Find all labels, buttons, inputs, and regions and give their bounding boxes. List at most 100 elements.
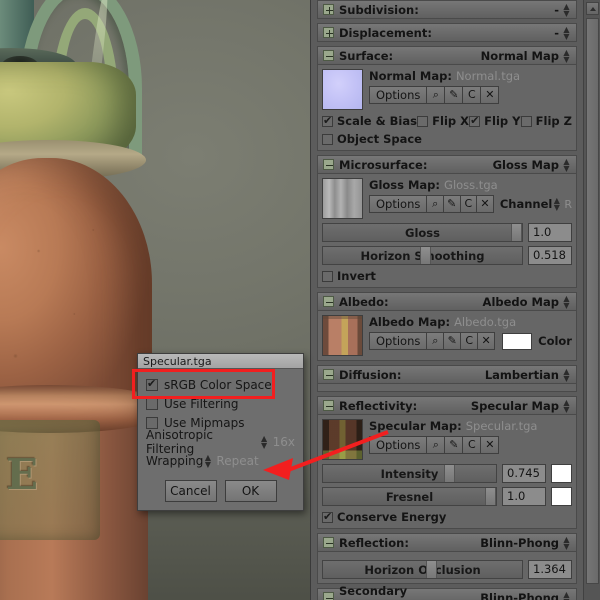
slider-value-field[interactable]: 0.745 — [502, 464, 546, 483]
close-icon[interactable]: ✕ — [480, 86, 500, 104]
collapse-icon[interactable] — [323, 592, 334, 600]
group-value-spinner[interactable]: ▲▼ — [562, 48, 571, 63]
checkbox-box[interactable] — [322, 510, 333, 523]
panel-scrollbar[interactable] — [583, 0, 600, 600]
checkbox-box[interactable] — [417, 115, 429, 127]
options-button[interactable]: Options — [369, 436, 428, 454]
close-icon[interactable]: ✕ — [477, 332, 496, 350]
group-name: Albedo: — [339, 294, 389, 309]
refresh-icon[interactable]: C — [462, 436, 482, 454]
pencil-icon[interactable]: ✎ — [444, 86, 464, 104]
checkbox-box[interactable] — [469, 114, 481, 127]
group-header[interactable]: Secondary Reflection: Blinn-Phong▲▼ — [317, 584, 577, 600]
group-header[interactable]: Displacement: - ▲ ▼ — [317, 23, 577, 42]
slider-color-swatch[interactable] — [551, 464, 572, 483]
group-value-spinner[interactable]: ▲▼ — [562, 398, 571, 413]
slider-knob[interactable] — [443, 465, 455, 482]
checkbox-invert[interactable]: Invert — [322, 269, 376, 283]
checkbox-object-space[interactable]: Object Space — [322, 132, 422, 146]
expand-icon[interactable] — [323, 4, 334, 15]
options-button[interactable]: Options — [369, 195, 428, 213]
search-icon[interactable]: ⌕ — [426, 195, 444, 213]
search-icon[interactable]: ⌕ — [426, 86, 446, 104]
group-value-spinner[interactable]: ▲▼ — [562, 590, 571, 600]
checkbox-scale-bias[interactable]: Scale & Bias — [322, 114, 417, 128]
group-header[interactable]: Reflectivity: Specular Map ▲ ▼ — [317, 396, 577, 415]
slider-value-field[interactable]: 0.518 — [528, 246, 572, 265]
group-header[interactable]: Reflection: Blinn-Phong ▲ ▼ — [317, 533, 577, 552]
checkbox-conserve-energy[interactable]: Conserve Energy — [322, 510, 446, 524]
slider-value-field[interactable]: 1.0 — [528, 223, 572, 242]
checkbox-box[interactable] — [322, 270, 333, 282]
color-swatch[interactable] — [502, 332, 533, 350]
refresh-icon[interactable]: C — [462, 86, 482, 104]
texture-settings-dialog[interactable]: Specular.tga sRGB Color Space Use Filteri… — [137, 353, 304, 511]
slider-color-swatch[interactable] — [551, 487, 572, 506]
pencil-icon[interactable]: ✎ — [443, 332, 462, 350]
group-header[interactable]: Subdivision: - ▲ ▼ — [317, 0, 577, 19]
cancel-button[interactable]: Cancel — [164, 480, 217, 502]
group-header[interactable]: Microsurface: Gloss Map ▲ ▼ — [317, 155, 577, 174]
slider-fresnel[interactable]: Fresnel — [322, 487, 497, 506]
slider-knob[interactable] — [485, 488, 496, 505]
expand-icon[interactable] — [323, 27, 334, 38]
collapse-icon[interactable] — [323, 159, 334, 170]
slider-value-field[interactable]: 1.0 — [502, 487, 546, 506]
slider-horizon-occlusion[interactable]: Horizon Occlusion — [322, 560, 523, 579]
slider-value-field[interactable]: 1.364 — [528, 560, 572, 579]
checkbox-box[interactable] — [146, 397, 158, 410]
refresh-icon[interactable]: C — [459, 195, 478, 213]
checkbox-flip-y[interactable]: Flip Y — [469, 114, 520, 128]
triangle-up-icon[interactable] — [586, 2, 599, 15]
group-header[interactable]: Diffusion: Lambertian ▲ ▼ — [317, 365, 577, 384]
pencil-icon[interactable]: ✎ — [442, 195, 461, 213]
group-value-spinner[interactable]: ▲▼ — [562, 367, 571, 382]
option-spinner[interactable]: ▲ ▼ — [203, 453, 212, 468]
channel-spinner[interactable]: ▲ ▼ — [552, 197, 561, 212]
dialog-checkbox-use-filtering[interactable]: Use Filtering — [146, 394, 295, 413]
close-icon[interactable]: ✕ — [476, 195, 494, 213]
checkbox-box[interactable] — [322, 114, 333, 127]
dialog-option-wrapping[interactable]: Wrapping ▲ ▼ Repeat — [146, 451, 295, 470]
checkbox-box[interactable] — [520, 115, 532, 127]
group-header[interactable]: Surface: Normal Map ▲ ▼ — [317, 46, 577, 65]
checkbox-flip-z[interactable]: Flip Z — [520, 114, 572, 128]
slider-gloss[interactable]: Gloss — [322, 223, 523, 242]
map-thumbnail[interactable] — [322, 69, 363, 110]
group-value-spinner[interactable]: ▲▼ — [562, 294, 571, 309]
map-thumbnail[interactable] — [322, 178, 363, 219]
slider-horizon-smoothing[interactable]: Horizon Smoothing — [322, 246, 523, 265]
checkbox-box[interactable] — [146, 377, 158, 391]
group-value-spinner[interactable]: ▲▼ — [562, 2, 571, 17]
checkbox-box[interactable] — [322, 133, 333, 145]
refresh-icon[interactable]: C — [460, 332, 479, 350]
slider-knob[interactable] — [420, 247, 432, 264]
checkbox-box[interactable] — [146, 416, 158, 429]
slider-knob[interactable] — [426, 561, 438, 578]
collapse-icon[interactable] — [323, 369, 334, 380]
slider-knob[interactable] — [511, 224, 522, 241]
scrollbar-thumb[interactable] — [586, 18, 599, 584]
group-value-spinner[interactable]: ▲▼ — [562, 535, 571, 550]
pencil-icon[interactable]: ✎ — [444, 436, 464, 454]
collapse-icon[interactable] — [323, 537, 334, 548]
map-thumbnail[interactable] — [322, 315, 363, 356]
map-thumbnail[interactable] — [322, 419, 363, 460]
group-header[interactable]: Albedo: Albedo Map ▲ ▼ — [317, 292, 577, 311]
option-spinner[interactable]: ▲ ▼ — [260, 434, 269, 449]
collapse-icon[interactable] — [323, 50, 334, 61]
ok-button[interactable]: OK — [224, 480, 277, 502]
group-value-spinner[interactable]: ▲▼ — [562, 25, 571, 40]
close-icon[interactable]: ✕ — [480, 436, 500, 454]
collapse-icon[interactable] — [323, 296, 334, 307]
slider-intensity[interactable]: Intensity — [322, 464, 497, 483]
dialog-checkbox-srgb-color-space[interactable]: sRGB Color Space — [146, 375, 295, 394]
options-button[interactable]: Options — [369, 332, 428, 350]
search-icon[interactable]: ⌕ — [426, 436, 446, 454]
search-icon[interactable]: ⌕ — [426, 332, 445, 350]
group-value-spinner[interactable]: ▲▼ — [562, 157, 571, 172]
checkbox-flip-x[interactable]: Flip X — [417, 114, 469, 128]
dialog-option-anisotropic-filtering[interactable]: Anisotropic Filtering ▲ ▼ 16x — [146, 428, 295, 456]
collapse-icon[interactable] — [323, 400, 334, 411]
options-button[interactable]: Options — [369, 86, 428, 104]
